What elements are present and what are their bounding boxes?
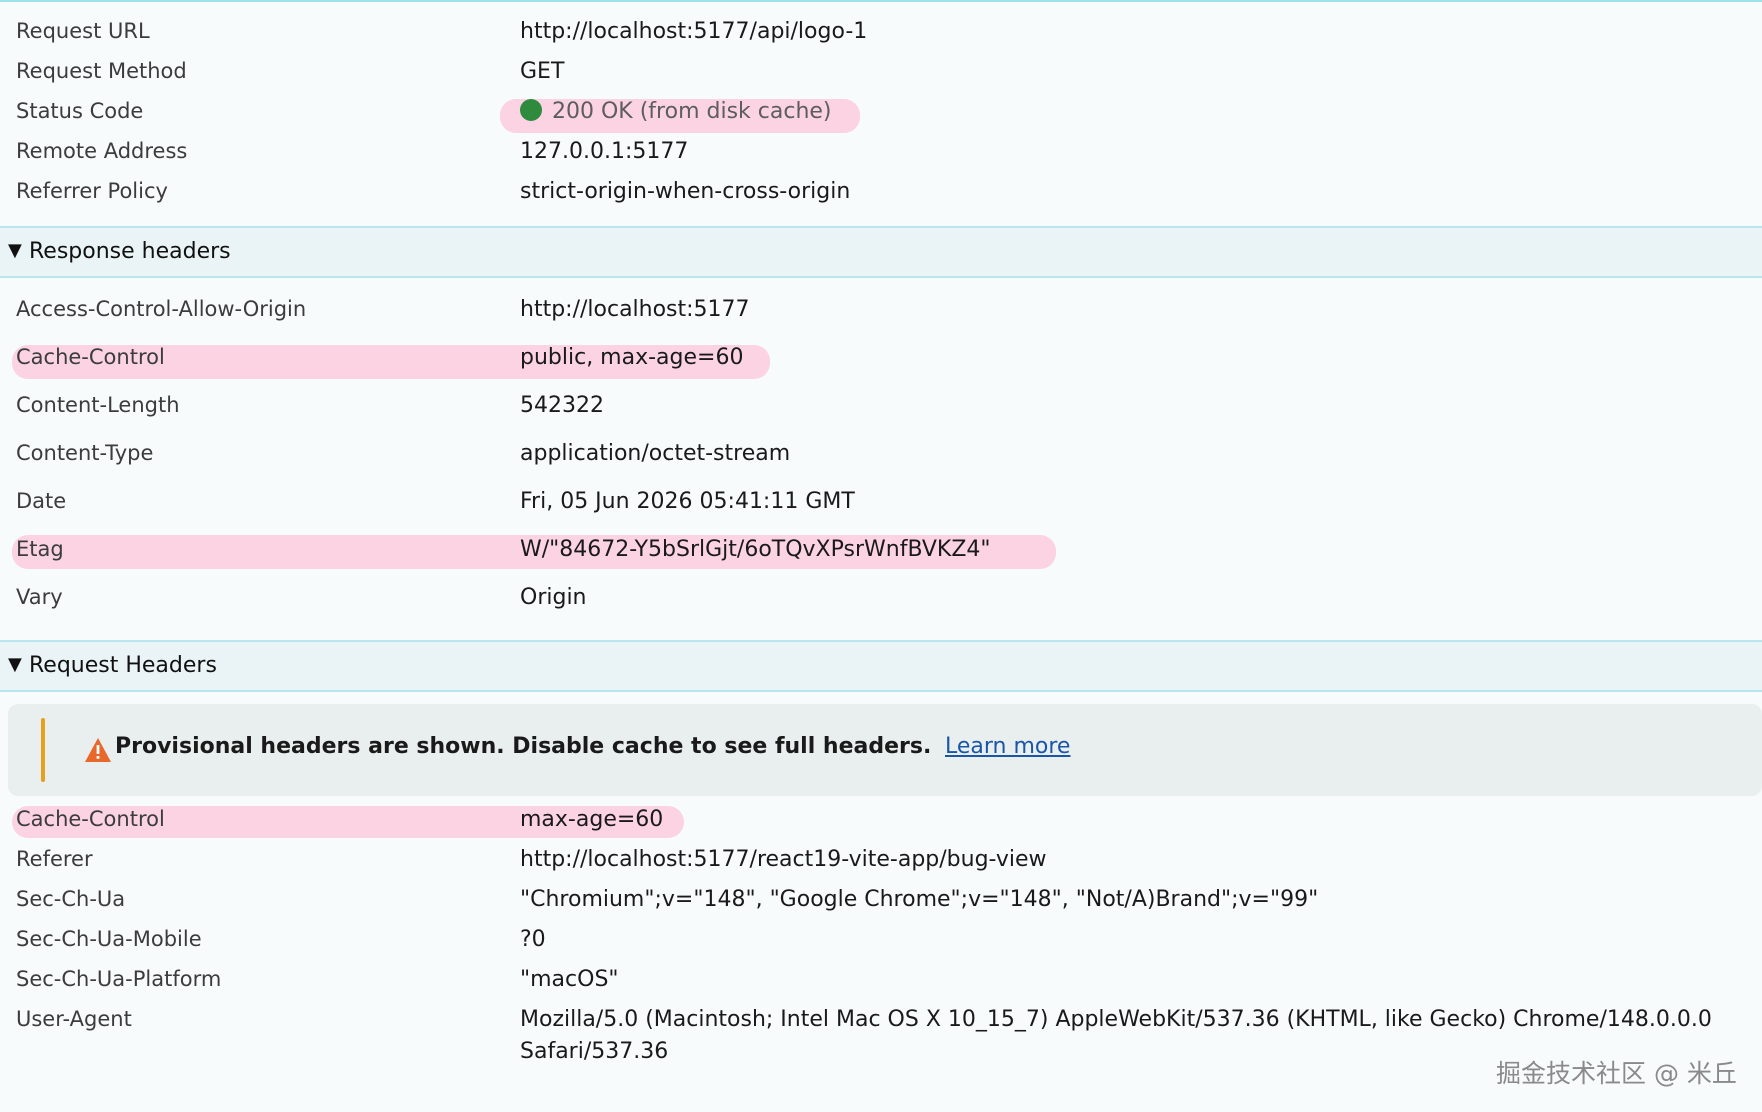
request-row-sec-ch-ua-mobile: Sec-Ch-Ua-Mobile ?0: [0, 927, 1762, 959]
top-border: [0, 0, 1762, 2]
header-name: Content-Length: [16, 393, 180, 417]
header-name: Remote Address: [16, 139, 188, 163]
general-row-request-method: Request Method GET: [0, 59, 1762, 91]
request-headers-section[interactable]: ▼ Request Headers: [0, 640, 1762, 692]
header-name: Request URL: [16, 19, 150, 43]
header-value[interactable]: "Chromium";v="148", "Google Chrome";v="1…: [520, 887, 1318, 912]
header-value[interactable]: public, max-age=60: [520, 345, 743, 370]
response-row-content-type: Content-Type application/octet-stream: [0, 441, 1762, 473]
general-row-request-url: Request URL http://localhost:5177/api/lo…: [0, 19, 1762, 51]
header-value[interactable]: http://localhost:5177/react19-vite-app/b…: [520, 847, 1047, 872]
header-name: Status Code: [16, 99, 144, 123]
header-value[interactable]: "macOS": [520, 967, 619, 992]
header-value[interactable]: Fri, 05 Jun 2026 05:41:11 GMT: [520, 489, 855, 514]
header-value[interactable]: max-age=60: [520, 807, 663, 832]
response-row-cache-control: Cache-Control public, max-age=60: [0, 345, 1762, 377]
green-dot-icon: [520, 99, 542, 121]
header-name: Etag: [16, 537, 64, 561]
header-value[interactable]: GET: [520, 59, 564, 84]
request-row-cache-control: Cache-Control max-age=60: [0, 807, 1762, 839]
header-name: Sec-Ch-Ua-Platform: [16, 967, 222, 991]
header-name: Access-Control-Allow-Origin: [16, 297, 307, 321]
section-title: Request Headers: [29, 653, 217, 678]
header-value[interactable]: Origin: [520, 585, 587, 610]
header-name: Referrer Policy: [16, 179, 168, 203]
caret-down-icon[interactable]: ▼: [8, 240, 22, 261]
response-row-acao: Access-Control-Allow-Origin http://local…: [0, 297, 1762, 329]
header-value[interactable]: http://localhost:5177/api/logo-1: [520, 19, 867, 44]
provisional-headers-banner: Provisional headers are shown. Disable c…: [8, 704, 1762, 796]
header-value[interactable]: strict-origin-when-cross-origin: [520, 179, 850, 204]
header-name: Cache-Control: [16, 345, 165, 369]
header-value-continued[interactable]: Safari/537.36: [520, 1039, 668, 1064]
request-row-referer: Referer http://localhost:5177/react19-vi…: [0, 847, 1762, 879]
caret-down-icon[interactable]: ▼: [8, 654, 22, 675]
response-row-vary: Vary Origin: [0, 585, 1762, 617]
header-name: Request Method: [16, 59, 187, 83]
header-value[interactable]: application/octet-stream: [520, 441, 790, 466]
status-value[interactable]: 200 OK (from disk cache): [520, 99, 832, 124]
request-row-sec-ch-ua-platform: Sec-Ch-Ua-Platform "macOS": [0, 967, 1762, 999]
header-value[interactable]: Mozilla/5.0 (Macintosh; Intel Mac OS X 1…: [520, 1007, 1712, 1032]
warning-triangle-icon: [85, 738, 111, 762]
header-name: Content-Type: [16, 441, 154, 465]
banner-text: Provisional headers are shown. Disable c…: [115, 734, 932, 759]
header-name: Sec-Ch-Ua: [16, 887, 126, 911]
general-row-remote-address: Remote Address 127.0.0.1:5177: [0, 139, 1762, 171]
header-name: Vary: [16, 585, 63, 609]
response-row-date: Date Fri, 05 Jun 2026 05:41:11 GMT: [0, 489, 1762, 521]
request-row-sec-ch-ua: Sec-Ch-Ua "Chromium";v="148", "Google Ch…: [0, 887, 1762, 919]
banner-accent-bar: [41, 718, 45, 782]
header-value[interactable]: 127.0.0.1:5177: [520, 139, 688, 164]
header-value[interactable]: W/"84672-Y5bSrlGjt/6oTQvXPsrWnfBVKZ4": [520, 537, 991, 562]
general-row-status-code: Status Code 200 OK (from disk cache): [0, 99, 1762, 131]
header-value[interactable]: http://localhost:5177: [520, 297, 750, 322]
header-name: User-Agent: [16, 1007, 132, 1031]
response-row-content-length: Content-Length 542322: [0, 393, 1762, 425]
response-headers-section[interactable]: ▼ Response headers: [0, 226, 1762, 278]
response-row-etag: Etag W/"84672-Y5bSrlGjt/6oTQvXPsrWnfBVKZ…: [0, 537, 1762, 569]
header-name: Referer: [16, 847, 93, 871]
banner-message: Provisional headers are shown. Disable c…: [115, 734, 1070, 759]
watermark: 掘金技术社区 @ 米丘: [1496, 1059, 1737, 1088]
header-name: Date: [16, 489, 67, 513]
header-name: Sec-Ch-Ua-Mobile: [16, 927, 202, 951]
general-row-referrer-policy: Referrer Policy strict-origin-when-cross…: [0, 179, 1762, 211]
header-value[interactable]: 542322: [520, 393, 604, 418]
status-text: 200 OK (from disk cache): [552, 99, 832, 124]
learn-more-link[interactable]: Learn more: [945, 734, 1070, 759]
header-name: Cache-Control: [16, 807, 165, 831]
header-value[interactable]: ?0: [520, 927, 546, 952]
section-title: Response headers: [29, 239, 231, 264]
